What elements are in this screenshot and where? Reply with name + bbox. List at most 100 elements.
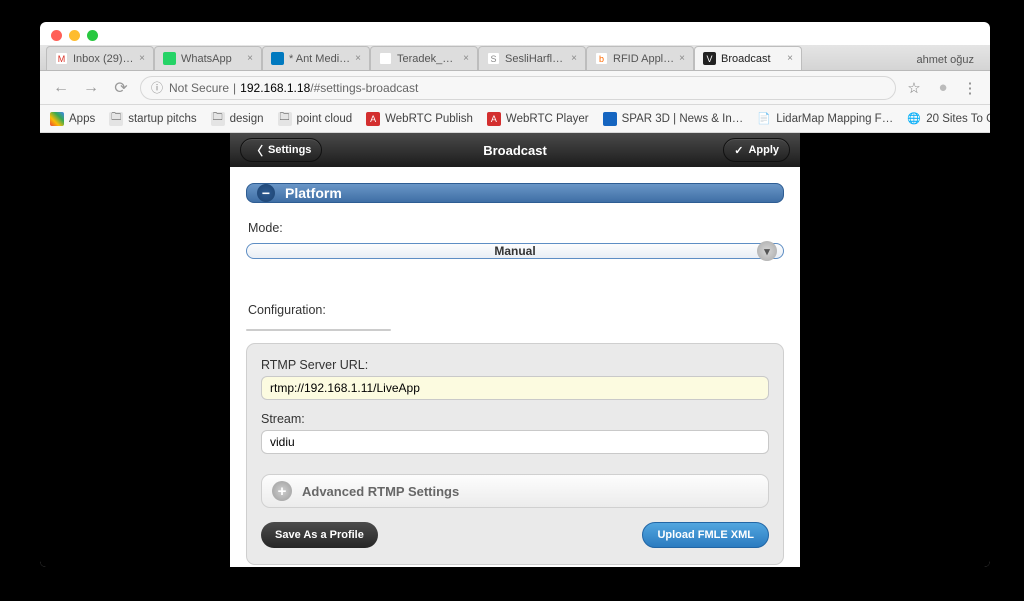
folder-icon: 🗀 — [211, 112, 225, 126]
bookmark-label: WebRTC Player — [506, 113, 589, 125]
url-host: 192.168.1.18 — [240, 81, 310, 95]
address-input[interactable]: ⓘ Not Secure | 192.168.1.18 /#settings-b… — [140, 76, 896, 100]
device-topbar: 〈 Settings Broadcast ✓ Apply — [230, 133, 800, 167]
save-as-profile-button[interactable]: Save As a Profile — [261, 522, 378, 548]
bookmark-label: Apps — [69, 113, 95, 125]
device-page: 〈 Settings Broadcast ✓ Apply − Platform … — [230, 133, 800, 567]
tab-label: Broadcast — [721, 53, 782, 65]
apply-button-label: Apply — [748, 144, 779, 156]
window-controls — [40, 22, 990, 45]
tab-label: Teradek_VidiU_Pro — [397, 53, 458, 65]
favicon-icon: M — [55, 52, 68, 65]
panel-title: Platform — [285, 185, 342, 201]
not-secure-icon: ⓘ — [151, 79, 163, 96]
advanced-rtmp-label: Advanced RTMP Settings — [302, 484, 459, 499]
browser-tab[interactable]: M Inbox (29) - ahme × — [46, 46, 154, 70]
panel-header-platform[interactable]: − Platform — [246, 183, 784, 203]
bookmark-item[interactable]: AWebRTC Publish — [366, 112, 473, 126]
back-icon[interactable]: ← — [50, 77, 72, 99]
back-button[interactable]: 〈 Settings — [240, 138, 322, 162]
tab-label: WhatsApp — [181, 53, 242, 65]
stream-label: Stream: — [261, 412, 769, 426]
content-area: 〈 Settings Broadcast ✓ Apply − Platform … — [40, 133, 990, 567]
favicon-icon — [379, 52, 392, 65]
bookmark-item[interactable]: A WebRTC Player — [487, 112, 589, 126]
browser-menu-icon[interactable]: ⋮ — [960, 79, 980, 97]
bookmark-label: point cloud — [297, 113, 353, 125]
button-row: Save As a Profile Upload FMLE XML — [261, 522, 769, 548]
folder-icon: 🗀 — [278, 112, 292, 126]
forward-icon[interactable]: → — [80, 77, 102, 99]
bookmark-star-icon[interactable]: ☆ — [904, 79, 924, 97]
check-icon: ✓ — [734, 144, 743, 157]
close-tab-icon[interactable]: × — [787, 53, 793, 64]
favicon-icon: b — [595, 52, 608, 65]
bookmark-label: 20 Sites To Get Free… — [926, 113, 990, 125]
chevron-down-icon: ▾ — [757, 241, 777, 261]
bookmark-item[interactable]: 🌐 20 Sites To Get Free… — [907, 112, 990, 126]
rtmp-server-url-input[interactable] — [261, 376, 769, 400]
bookmark-item[interactable]: 🗀 design — [211, 112, 264, 126]
browser-tab[interactable]: WhatsApp × — [154, 46, 262, 70]
tab-strip: MInbox (29) - ahme×WhatsApp×* Ant Media … — [40, 45, 990, 71]
favicon-icon — [163, 52, 176, 65]
tab-label: Inbox (29) - ahme — [73, 53, 134, 65]
reload-icon[interactable]: ⟳ — [110, 77, 132, 99]
back-button-label: Settings — [268, 144, 311, 156]
bookmark-item[interactable]: Apps — [50, 112, 95, 126]
mode-value: Manual — [494, 244, 535, 258]
configuration-label: Configuration: — [248, 303, 784, 317]
site-icon: A — [487, 112, 501, 126]
url-security-text: Not Secure — [169, 81, 229, 95]
collapse-icon[interactable]: − — [257, 184, 275, 202]
stream-input[interactable] — [261, 430, 769, 454]
rtmp-field: RTMP Server URL: — [261, 358, 769, 400]
tab-label: SesliHarfler Adver — [505, 53, 566, 65]
file-icon: 📄 — [757, 112, 771, 126]
close-window-icon[interactable] — [51, 30, 62, 41]
config-panel: RTMP Server URL: Stream: + Advanced RTMP… — [246, 343, 784, 565]
browser-tab[interactable]: b RFID Applications × — [586, 46, 694, 70]
maximize-window-icon[interactable] — [87, 30, 98, 41]
browser-tab[interactable]: V Broadcast × — [694, 46, 802, 70]
favicon-icon: S — [487, 52, 500, 65]
apps-icon — [50, 112, 64, 126]
bookmark-label: WebRTC Publish — [385, 113, 473, 125]
device-body: − Platform Mode: Manual ▾ Configuration:… — [230, 167, 800, 567]
browser-window: MInbox (29) - ahme×WhatsApp×* Ant Media … — [40, 22, 990, 567]
profile-name[interactable]: ahmet oğuz — [907, 50, 984, 70]
browser-tab[interactable]: S SesliHarfler Adver × — [478, 46, 586, 70]
browser-tab[interactable]: * Ant Media | Trell × — [262, 46, 370, 70]
tab-local[interactable]: Local — [247, 330, 300, 331]
tab-label: * Ant Media | Trell — [289, 53, 350, 65]
bookmark-item[interactable]: 📄LidarMap Mapping F… — [757, 112, 893, 126]
close-tab-icon[interactable]: × — [139, 53, 145, 64]
upload-fmle-xml-button[interactable]: Upload FMLE XML — [642, 522, 769, 548]
globe-icon: 🌐 — [907, 112, 921, 126]
advanced-rtmp-settings[interactable]: + Advanced RTMP Settings — [261, 474, 769, 508]
bookmark-item[interactable]: 🗀 point cloud — [278, 112, 353, 126]
folder-icon: 🗀 — [109, 112, 123, 126]
bookmark-label: SPAR 3D | News & In… — [622, 113, 744, 125]
bookmark-label: design — [230, 113, 264, 125]
close-tab-icon[interactable]: × — [463, 53, 469, 64]
close-tab-icon[interactable]: × — [355, 53, 361, 64]
mode-label: Mode: — [248, 221, 784, 235]
tab-remote-xml[interactable]: Remote XML — [300, 330, 391, 331]
bookmark-label: startup pitchs — [128, 113, 196, 125]
tab-label: RFID Applications — [613, 53, 674, 65]
bookmark-item[interactable]: 🗀 startup pitchs — [109, 112, 196, 126]
extensions-icon[interactable]: ● — [932, 79, 952, 96]
stream-field: Stream: — [261, 412, 769, 454]
rtmp-server-url-label: RTMP Server URL: — [261, 358, 769, 372]
mode-select[interactable]: Manual ▾ — [246, 243, 784, 259]
minimize-window-icon[interactable] — [69, 30, 80, 41]
apply-button[interactable]: ✓ Apply — [723, 138, 790, 162]
close-tab-icon[interactable]: × — [571, 53, 577, 64]
close-tab-icon[interactable]: × — [679, 53, 685, 64]
browser-tab[interactable]: Teradek_VidiU_Pro × — [370, 46, 478, 70]
close-tab-icon[interactable]: × — [247, 53, 253, 64]
bookmark-item[interactable]: SPAR 3D | News & In… — [603, 112, 744, 126]
favicon-icon: V — [703, 52, 716, 65]
site-icon — [603, 112, 617, 126]
